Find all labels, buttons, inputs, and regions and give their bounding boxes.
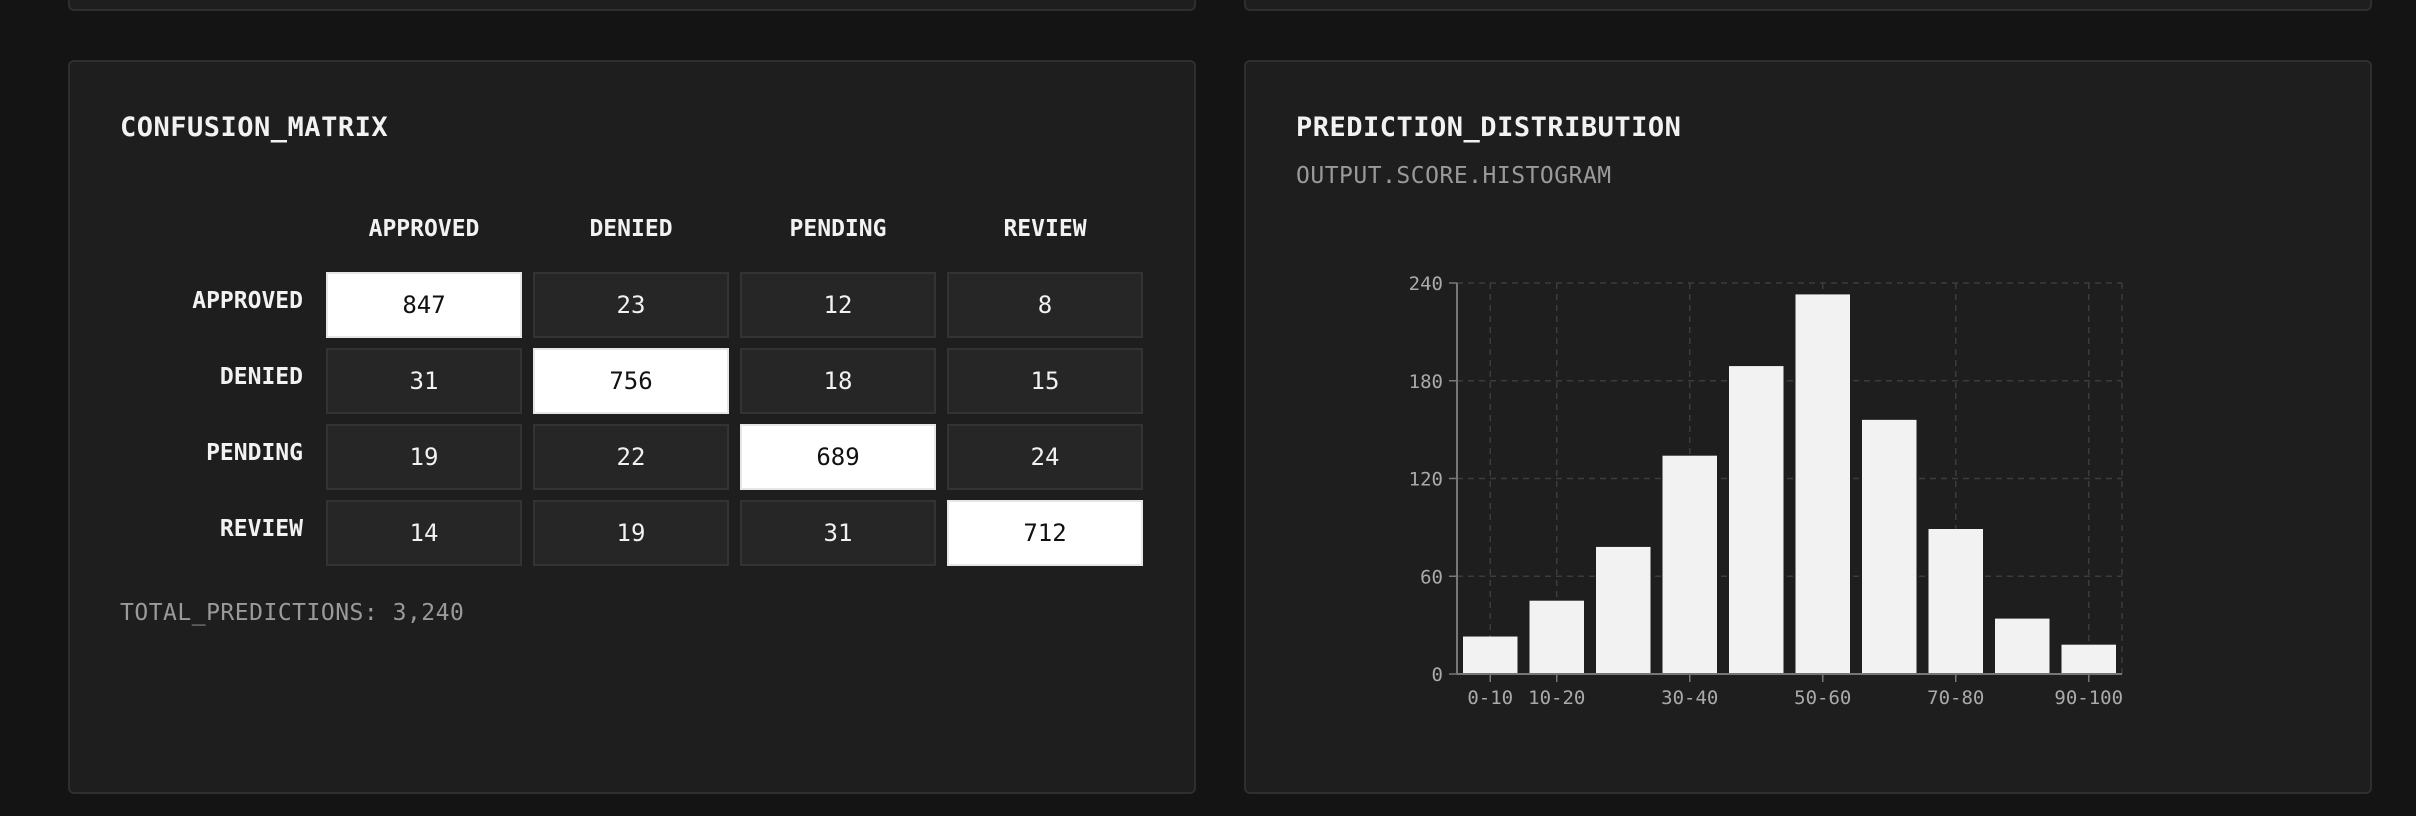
histogram-bar: [1662, 455, 1717, 674]
y-tick-label: 60: [1420, 566, 1443, 588]
matrix-cell: 18: [740, 348, 936, 414]
row-header-pending: PENDING: [206, 440, 303, 466]
row-header-review: REVIEW: [219, 516, 303, 542]
x-tick-label: 30-40: [1661, 687, 1718, 709]
histogram-chart: 0 60 120 180 240 0-10 10-20 30-40 50-60 70-80 90-1…: [1409, 273, 2123, 709]
matrix-cell: 31: [740, 500, 936, 566]
matrix-cell: 712: [947, 500, 1143, 566]
matrix-cell: 23: [533, 272, 729, 338]
matrix-cell: 847: [326, 272, 522, 338]
x-tick-label: 0-10: [1467, 687, 1513, 709]
x-tick-label: 10-20: [1528, 687, 1585, 709]
y-tick-label: 120: [1409, 469, 1443, 491]
confusion-matrix-panel: CONFUSION_MATRIX APPROVED DENIED PENDING…: [68, 60, 1196, 794]
total-predictions: TOTAL_PREDICTIONS: 3,240: [120, 600, 465, 626]
y-tick-label: 180: [1409, 371, 1443, 393]
histogram-bar: [1529, 600, 1584, 674]
prediction-distribution-panel: PREDICTION_DISTRIBUTION OUTPUT.SCORE.HIS…: [1244, 60, 2372, 794]
matrix-cell: 756: [533, 348, 729, 414]
col-header-denied: DENIED: [589, 216, 673, 242]
histogram-bar: [1862, 419, 1917, 674]
top-left-panel: [68, 0, 1196, 11]
matrix-cell: 8: [947, 272, 1143, 338]
histogram-bar: [1463, 636, 1518, 674]
histogram-bar: [1928, 529, 1983, 674]
col-header-approved: APPROVED: [368, 216, 480, 242]
x-tick-label: 50-60: [1794, 687, 1851, 709]
col-header-review: REVIEW: [1003, 216, 1087, 242]
matrix-cell: 12: [740, 272, 936, 338]
x-tick-label: 70-80: [1927, 687, 1984, 709]
row-header-denied: DENIED: [219, 364, 303, 390]
y-tick-label: 0: [1432, 664, 1443, 686]
row-header-approved: APPROVED: [192, 288, 303, 314]
matrix-cell: 31: [326, 348, 522, 414]
top-right-panel: [1244, 0, 2372, 11]
confusion-matrix-title: CONFUSION_MATRIX: [120, 112, 389, 143]
matrix-cell: 19: [326, 424, 522, 490]
histogram-bar: [1795, 294, 1850, 674]
y-tick-label: 240: [1409, 273, 1443, 295]
matrix-cell: 22: [533, 424, 729, 490]
col-header-pending: PENDING: [789, 216, 887, 242]
histogram-bar: [1596, 546, 1651, 674]
matrix-cell: 24: [947, 424, 1143, 490]
histogram-bar: [2061, 644, 2116, 674]
matrix-cell: 15: [947, 348, 1143, 414]
histogram-bar: [1729, 366, 1784, 674]
matrix-cell: 19: [533, 500, 729, 566]
matrix-cell: 689: [740, 424, 936, 490]
histogram-bar: [1995, 618, 2050, 674]
x-tick-label: 90-100: [2054, 687, 2123, 709]
matrix-cell: 14: [326, 500, 522, 566]
